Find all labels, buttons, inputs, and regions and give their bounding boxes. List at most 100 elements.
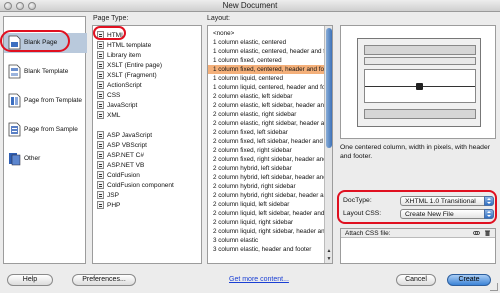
list-item[interactable]: ASP.NET C#: [97, 151, 144, 160]
list-item[interactable]: ASP VBScript: [97, 141, 147, 150]
list-item[interactable]: XML: [97, 111, 120, 120]
help-button[interactable]: Help: [7, 274, 53, 286]
cancel-button[interactable]: Cancel: [396, 274, 436, 286]
file-icon: [97, 101, 104, 109]
page-from-template-icon: [8, 93, 21, 108]
list-item[interactable]: 2 column hybrid, left sidebar: [208, 164, 325, 173]
layout-list[interactable]: <none> 1 column elastic, centered 1 colu…: [207, 25, 333, 264]
list-item[interactable]: ColdFusion component: [97, 181, 174, 190]
list-item[interactable]: 2 column liquid, right sidebar, header a…: [208, 227, 325, 236]
doctype-highlight-oval: [337, 190, 497, 224]
list-item[interactable]: ColdFusion: [97, 171, 140, 180]
resize-grip-icon[interactable]: [490, 283, 498, 291]
trash-icon[interactable]: [484, 230, 491, 236]
list-item[interactable]: 1 column elastic, centered, header and f…: [208, 47, 325, 56]
list-item[interactable]: PHP: [97, 201, 120, 210]
list-item[interactable]: 2 column hybrid, right sidebar: [208, 182, 325, 191]
list-item[interactable]: ASP JavaScript: [97, 131, 152, 140]
list-item[interactable]: 2 column fixed, right sidebar, header an…: [208, 155, 325, 164]
window-title: New Document: [222, 1, 278, 10]
list-item[interactable]: 2 column hybrid, left sidebar, header an…: [208, 173, 325, 182]
list-item[interactable]: 1 column liquid, centered: [208, 74, 325, 83]
list-item[interactable]: 1 column fixed, centered: [208, 56, 325, 65]
sidebar-item-page-from-template[interactable]: Page from Template: [4, 91, 87, 111]
create-button[interactable]: Create: [447, 274, 491, 286]
lock-icon: [416, 83, 423, 90]
list-item[interactable]: JavaScript: [97, 101, 137, 110]
layout-preview: [340, 25, 496, 139]
list-item[interactable]: Library item: [97, 51, 141, 60]
list-item[interactable]: XSLT (Fragment): [97, 71, 157, 80]
list-item[interactable]: 2 column elastic, right sidebar: [208, 110, 325, 119]
file-icon: [97, 161, 104, 169]
list-item[interactable]: 2 column fixed, right sidebar: [208, 146, 325, 155]
list-item[interactable]: 1 column liquid, centered, header and fo…: [208, 83, 325, 92]
list-item[interactable]: 2 column liquid, right sidebar: [208, 218, 325, 227]
scroll-up-icon[interactable]: ▲: [326, 248, 332, 254]
attach-css-list[interactable]: Attach CSS file:: [340, 228, 496, 264]
list-item[interactable]: <none>: [208, 29, 325, 38]
list-item[interactable]: 2 column liquid, left sidebar, header an…: [208, 209, 325, 218]
file-icon: [97, 61, 104, 69]
preview-header-block: [364, 45, 476, 55]
preview-footer-block: [364, 109, 476, 119]
layout-heading: Layout:: [207, 15, 230, 22]
list-item[interactable]: 2 column fixed, left sidebar, header and…: [208, 137, 325, 146]
file-icon: [97, 171, 104, 179]
blank-page-highlight-oval: [0, 30, 70, 52]
html-highlight-oval: [93, 26, 126, 40]
list-item[interactable]: XSLT (Entire page): [97, 61, 162, 70]
new-document-dialog: New Document Blank Page Blank Template P…: [0, 0, 500, 293]
list-item-selected[interactable]: 1 column fixed, centered, header and foo…: [208, 65, 325, 74]
link-icon[interactable]: [473, 230, 480, 236]
layout-scrollbar[interactable]: ▲ ▼: [324, 26, 332, 263]
page-from-sample-icon: [8, 122, 21, 137]
list-item[interactable]: 3 column elastic: [208, 236, 325, 245]
preview-content-block: [364, 69, 476, 103]
list-item[interactable]: HTML template: [97, 41, 151, 50]
scroll-down-icon[interactable]: ▼: [326, 256, 332, 262]
file-icon: [97, 141, 104, 149]
list-item[interactable]: 2 column liquid, left sidebar: [208, 200, 325, 209]
file-icon: [97, 181, 104, 189]
list-item[interactable]: 1 column elastic, centered: [208, 38, 325, 47]
sidebar-item-label: Other: [24, 155, 41, 162]
page-type-list[interactable]: HTML HTML template Library item XSLT (En…: [92, 25, 202, 264]
page-type-heading: Page Type:: [93, 15, 129, 22]
sidebar-item-blank-template[interactable]: Blank Template: [4, 62, 87, 82]
get-more-content-link[interactable]: Get more content...: [229, 276, 289, 283]
list-item[interactable]: 2 column elastic, left sidebar, header a…: [208, 101, 325, 110]
preferences-button[interactable]: Preferences...: [72, 274, 136, 286]
file-icon: [97, 151, 104, 159]
list-item[interactable]: ASP.NET VB: [97, 161, 144, 170]
list-item[interactable]: CSS: [97, 91, 120, 100]
list-item[interactable]: 2 column elastic, right sidebar, header …: [208, 119, 325, 128]
sidebar-item-label: Page from Template: [24, 97, 83, 104]
zoom-window-icon[interactable]: [28, 2, 36, 10]
category-sidebar: Blank Page Blank Template Page from Temp…: [3, 16, 87, 264]
file-icon: [97, 41, 104, 49]
blank-template-icon: [8, 64, 21, 79]
close-window-icon[interactable]: [4, 2, 12, 10]
file-icon: [97, 111, 104, 119]
minimize-window-icon[interactable]: [16, 2, 24, 10]
list-item[interactable]: JSP: [97, 191, 119, 200]
file-icon: [97, 201, 104, 209]
scrollbar-thumb[interactable]: [326, 28, 332, 148]
file-icon: [97, 91, 104, 99]
sidebar-item-label: Page from Sample: [24, 126, 78, 133]
attach-css-label: Attach CSS file:: [345, 230, 391, 237]
list-item[interactable]: 2 column elastic, left sidebar: [208, 92, 325, 101]
attach-css-header: Attach CSS file:: [341, 229, 495, 238]
preview-page-frame: [357, 38, 481, 127]
file-icon: [97, 51, 104, 59]
list-item[interactable]: 2 column hybrid, right sidebar, header a…: [208, 191, 325, 200]
list-item[interactable]: 2 column fixed, left sidebar: [208, 128, 325, 137]
file-icon: [97, 131, 104, 139]
sidebar-item-label: Blank Template: [24, 68, 69, 75]
sidebar-item-page-from-sample[interactable]: Page from Sample: [4, 120, 87, 140]
sidebar-item-other[interactable]: Other: [4, 149, 87, 169]
preview-nav-block: [364, 57, 476, 65]
list-item[interactable]: ActionScript: [97, 81, 142, 90]
list-item[interactable]: 3 column elastic, header and footer: [208, 245, 325, 254]
